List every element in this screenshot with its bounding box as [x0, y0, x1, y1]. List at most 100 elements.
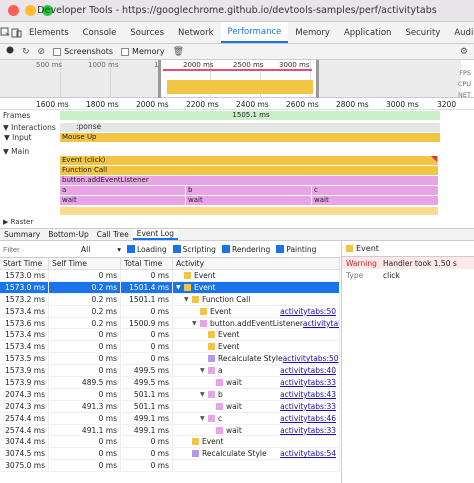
- subtab-summary[interactable]: Summary: [0, 229, 44, 240]
- source-link[interactable]: activitytabs:40: [280, 366, 336, 375]
- subtab-event-log[interactable]: Event Log: [132, 229, 178, 240]
- expand-triangle-icon[interactable]: ▼: [200, 391, 208, 398]
- tab-sources[interactable]: Sources: [123, 22, 171, 43]
- wait-bar[interactable]: wait: [60, 196, 185, 205]
- source-link[interactable]: activitytabs:33: [280, 426, 336, 435]
- col-self-time[interactable]: Self Time: [49, 258, 121, 269]
- filter-input[interactable]: [3, 243, 75, 255]
- raster-track-label[interactable]: ▶ Raster: [3, 218, 33, 226]
- expand-triangle-icon[interactable]: ▼: [200, 367, 208, 374]
- total-time-cell: 1501.1 ms: [121, 293, 173, 305]
- table-row[interactable]: 1573.5 ms 0 ms 0 ms Recalculate Style activi…: [0, 353, 340, 366]
- tab-performance[interactable]: Performance: [220, 22, 289, 43]
- table-row[interactable]: 1573.0 ms 0 ms 0 ms Event: [0, 270, 340, 282]
- table-row[interactable]: 1573.4 ms 0 ms 0 ms Event: [0, 341, 340, 354]
- inspect-element-icon[interactable]: [0, 22, 11, 43]
- interaction-bar[interactable]: [60, 123, 440, 132]
- activity-label: Event: [202, 437, 224, 447]
- self-time-cell: 0 ms: [49, 270, 121, 281]
- table-row[interactable]: 1573.4 ms 0.2 ms 0 ms Event activitytabs:50: [0, 305, 340, 318]
- table-row[interactable]: 1573.9 ms 0 ms 499.5 ms ▼ a activitytabs:40: [0, 365, 340, 378]
- table-row[interactable]: 2074.3 ms 0 ms 501.1 ms ▼ b activitytabs:43: [0, 388, 340, 401]
- table-row[interactable]: 1573.6 ms 0.2 ms 1500.9 ms ▼ button.addEvent…: [0, 317, 340, 330]
- painting-checkbox[interactable]: Painting: [276, 245, 316, 254]
- tab-memory[interactable]: Memory: [288, 22, 337, 43]
- function-call-bar[interactable]: Function Call: [60, 166, 438, 175]
- window-title: Developer Tools - https://googlechrome.g…: [37, 5, 437, 16]
- clear-icon[interactable]: ⊘: [38, 47, 46, 57]
- table-row[interactable]: 1573.9 ms 489.5 ms 499.5 ms wait activitytab…: [0, 377, 340, 389]
- tab-audits[interactable]: Audits: [447, 22, 474, 43]
- table-row[interactable]: 3074.5 ms 0 ms 0 ms Recalculate Style activi…: [0, 448, 340, 461]
- function-a-bar[interactable]: a: [60, 186, 185, 195]
- activity-label: a: [218, 366, 223, 376]
- memory-checkbox[interactable]: Memory: [121, 47, 165, 56]
- function-c-bar[interactable]: c: [312, 186, 438, 195]
- event-click-bar[interactable]: Event (click): [60, 156, 438, 165]
- tab-network[interactable]: Network: [171, 22, 221, 43]
- close-window-button[interactable]: [8, 5, 19, 16]
- scripting-checkbox[interactable]: Scripting: [172, 245, 216, 254]
- loading-checkbox[interactable]: Loading: [127, 245, 167, 254]
- rendering-checkbox[interactable]: Rendering: [221, 245, 270, 254]
- table-row[interactable]: 1573.0 ms 0.2 ms 1501.4 ms ▼ Event: [0, 281, 340, 294]
- col-total-time[interactable]: Total Time: [121, 258, 173, 269]
- source-link[interactable]: activitytabs:50: [303, 319, 339, 328]
- source-link[interactable]: activitytabs:33: [280, 402, 336, 411]
- record-icon[interactable]: [6, 46, 14, 57]
- wait-bar[interactable]: wait: [186, 196, 311, 205]
- function-b-bar[interactable]: b: [186, 186, 311, 195]
- maximize-window-button[interactable]: [42, 5, 53, 16]
- details-subtabs: Summary Bottom-Up Call Tree Event Log: [0, 228, 474, 241]
- table-row[interactable]: 2574.4 ms 491.1 ms 499.1 ms wait activitytab…: [0, 424, 340, 437]
- interactions-track-label[interactable]: ▼ Interactions: [3, 123, 56, 132]
- col-start-time[interactable]: Start Time: [0, 258, 49, 269]
- activity-cell: ▼ b activitytabs:43: [173, 388, 340, 400]
- main-track-label[interactable]: ▼ Main: [3, 147, 29, 156]
- duration-select[interactable]: All ▾: [81, 245, 121, 254]
- activity-label: b: [218, 389, 223, 399]
- table-row[interactable]: 2074.3 ms 491.3 ms 501.1 ms wait activitytab…: [0, 400, 340, 413]
- input-track-label[interactable]: ▼ Input: [4, 133, 32, 142]
- table-row[interactable]: 3074.4 ms 0 ms 0 ms Event: [0, 436, 340, 449]
- source-link[interactable]: activitytabs:33: [280, 378, 336, 387]
- table-row[interactable]: 1573.2 ms 0.2 ms 1501.1 ms ▼ Function Call: [0, 293, 340, 306]
- expand-triangle-icon[interactable]: ▼: [200, 415, 208, 422]
- tab-security[interactable]: Security: [398, 22, 447, 43]
- expand-triangle-icon[interactable]: ▼: [184, 296, 192, 303]
- col-activity[interactable]: Activity: [173, 258, 340, 269]
- selection-handle-left[interactable]: [158, 60, 161, 98]
- expand-triangle-icon[interactable]: ▼: [176, 284, 184, 291]
- selection-handle-right[interactable]: [316, 60, 319, 98]
- minimize-window-button[interactable]: [25, 5, 36, 16]
- device-toolbar-icon[interactable]: [11, 22, 22, 43]
- tab-console[interactable]: Console: [76, 22, 124, 43]
- subtab-call-tree[interactable]: Call Tree: [93, 229, 133, 240]
- settings-gear-icon[interactable]: ⚙: [460, 47, 468, 57]
- overview-unselected-left: [0, 60, 158, 98]
- table-row[interactable]: 3075.0 ms 0 ms 0 ms: [0, 460, 340, 473]
- mouse-up-bar[interactable]: Mouse Up: [60, 133, 440, 142]
- activity-label: wait: [226, 401, 242, 411]
- garbage-collect-icon[interactable]: 🗑: [173, 47, 184, 57]
- start-time-cell: 1573.4 ms: [0, 305, 49, 317]
- tab-application[interactable]: Application: [337, 22, 399, 43]
- source-link[interactable]: activitytabs:46: [280, 414, 336, 423]
- source-link[interactable]: activitytabs:43: [280, 390, 336, 399]
- add-event-listener-bar[interactable]: button.addEventListener: [60, 176, 438, 185]
- source-link[interactable]: activitytabs:54: [280, 449, 336, 458]
- expand-triangle-icon[interactable]: ▼: [192, 320, 200, 327]
- reload-icon[interactable]: ↻: [22, 47, 30, 57]
- frames-track-label[interactable]: Frames: [3, 111, 30, 120]
- table-row[interactable]: 2574.4 ms 0 ms 499.1 ms ▼ c activitytabs:46: [0, 412, 340, 425]
- flame-chart[interactable]: Frames 1505.1 ms ▼ Interactions :ponse ▼…: [0, 110, 474, 226]
- subtab-bottom-up[interactable]: Bottom-Up: [44, 229, 92, 240]
- wait-bar[interactable]: wait: [312, 196, 438, 205]
- source-link[interactable]: activitytabs:50: [283, 354, 339, 363]
- source-link[interactable]: activitytabs:50: [280, 307, 336, 316]
- tab-elements[interactable]: Elements: [22, 22, 76, 43]
- activity-label: Event: [210, 306, 232, 316]
- table-row[interactable]: 1573.4 ms 0 ms 0 ms Event: [0, 329, 340, 342]
- screenshots-checkbox[interactable]: Screenshots: [53, 47, 113, 56]
- frame-bar[interactable]: 1505.1 ms: [60, 111, 440, 120]
